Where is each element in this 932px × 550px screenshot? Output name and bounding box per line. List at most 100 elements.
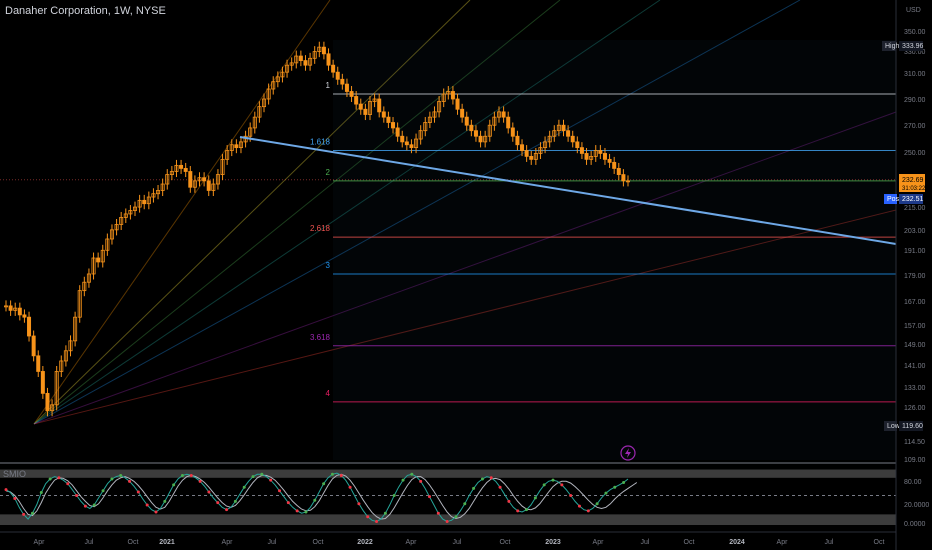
oscillator-tick-label: 80.00 — [904, 479, 922, 486]
time-tick-label: Apr — [34, 539, 46, 546]
oscillator-dot — [445, 519, 449, 523]
oscillator-dot — [383, 511, 387, 515]
post-value-badge-text: 232.51 — [902, 196, 924, 203]
oscillator-dot — [278, 489, 282, 493]
candle-body — [298, 55, 303, 61]
candle-body — [188, 171, 193, 188]
fib-level-label: 1.618 — [310, 138, 331, 147]
candle-body — [455, 98, 460, 110]
candle-body — [234, 144, 239, 149]
candle-body — [506, 116, 511, 129]
oscillator-dot — [39, 491, 43, 495]
currency-label: USD — [906, 7, 921, 14]
time-tick-label: Oct — [874, 539, 885, 546]
candle-body — [579, 147, 584, 154]
oscillator-dot — [375, 519, 379, 523]
oscillator-dot — [436, 511, 440, 515]
candle-body — [344, 83, 349, 92]
oscillator-dot — [101, 489, 105, 493]
oscillator-dot — [216, 501, 220, 505]
time-tick-label: Jul — [453, 539, 462, 546]
candle-body — [469, 124, 474, 132]
candle-body — [8, 305, 13, 311]
oscillator-dot — [57, 476, 61, 480]
price-tick-label: 141.00 — [904, 363, 926, 370]
oscillator-tick-label: 0.0000 — [904, 521, 926, 528]
oscillator-dot — [392, 494, 396, 497]
price-tick-label: 191.00 — [904, 248, 926, 255]
oscillator-dot — [75, 494, 79, 497]
candle-body — [561, 124, 566, 132]
candle-body — [501, 111, 506, 118]
time-tick-label: 2022 — [357, 539, 373, 546]
oscillator-dot — [207, 490, 211, 494]
candle-body — [335, 71, 340, 80]
time-tick-label: 2023 — [545, 539, 561, 546]
oscillator-dot — [410, 472, 414, 476]
oscillator-dot — [419, 479, 423, 483]
candle-body — [460, 108, 465, 118]
oscillator-dot — [180, 473, 184, 477]
oscillator-dot — [172, 483, 176, 487]
price-tick-label: 179.00 — [904, 273, 926, 280]
time-tick-label: Oct — [500, 539, 511, 546]
candle-body — [349, 91, 354, 97]
candle-body — [602, 153, 607, 160]
price-tick-label: 157.00 — [904, 323, 926, 330]
oscillator-dot — [569, 494, 573, 497]
price-tick-label: 167.00 — [904, 299, 926, 306]
candle-body — [584, 153, 589, 160]
post-value-badge: 232.51 — [899, 194, 924, 204]
candle-body — [386, 116, 391, 123]
candle-body — [621, 174, 626, 182]
candle-body — [478, 135, 483, 143]
candle-body — [524, 150, 529, 157]
oscillator-dot — [145, 503, 149, 507]
countdown-text: 31:03:22 — [902, 186, 926, 192]
candle-body — [142, 199, 147, 205]
oscillator-dot — [136, 490, 140, 494]
candle-body — [391, 122, 396, 129]
oscillator-dot — [463, 502, 467, 506]
oscillator-dot — [242, 485, 246, 489]
candle-body — [96, 257, 101, 263]
oscillator-dot — [533, 496, 537, 500]
price-tick-label: 250.00 — [904, 150, 926, 157]
oscillator-dot — [233, 499, 237, 503]
high-label-badge-text: High — [885, 43, 900, 50]
fib-level-label: 4 — [326, 389, 331, 398]
high-value-badge-text: 333.96 — [902, 43, 924, 50]
oscillator-dot — [339, 473, 343, 477]
candle-body — [45, 392, 50, 412]
chart-title: Danaher Corporation, 1W, NYSE — [5, 5, 166, 17]
price-tick-label: 109.00 — [904, 457, 926, 464]
oscillator-dot — [22, 512, 26, 516]
time-tick-label: Apr — [222, 539, 234, 546]
time-tick-label: 2021 — [159, 539, 175, 546]
oscillator-dot — [313, 498, 317, 502]
price-tick-label: 126.00 — [904, 405, 926, 412]
candle-body — [575, 141, 580, 149]
oscillator-dot — [595, 502, 599, 506]
oscillator-dot — [330, 472, 334, 476]
oscillator-dot — [525, 508, 529, 512]
candle-body — [377, 98, 382, 113]
oscillator-dot — [427, 495, 431, 499]
oscillator-dot — [507, 499, 511, 503]
last-price-text: 232.69 — [902, 177, 924, 184]
oscillator-dot — [304, 510, 308, 514]
fib-level-label: 2.618 — [310, 224, 331, 233]
candle-body — [321, 46, 326, 55]
candle-body — [27, 316, 32, 337]
candle-body — [22, 314, 27, 318]
candle-body — [358, 103, 363, 110]
oscillator-dot — [472, 486, 476, 490]
candle-body — [529, 155, 534, 160]
candle-body — [400, 135, 405, 143]
price-chart[interactable]: 1 1.618 2 2.618 3 3.618 4 80.00 20.0000 0.0000 U… — [0, 0, 932, 550]
candle-body — [31, 335, 36, 357]
candle-body — [607, 158, 612, 163]
candle-body — [206, 180, 211, 191]
oversold-band — [0, 514, 896, 525]
price-tick-label: 149.00 — [904, 342, 926, 349]
